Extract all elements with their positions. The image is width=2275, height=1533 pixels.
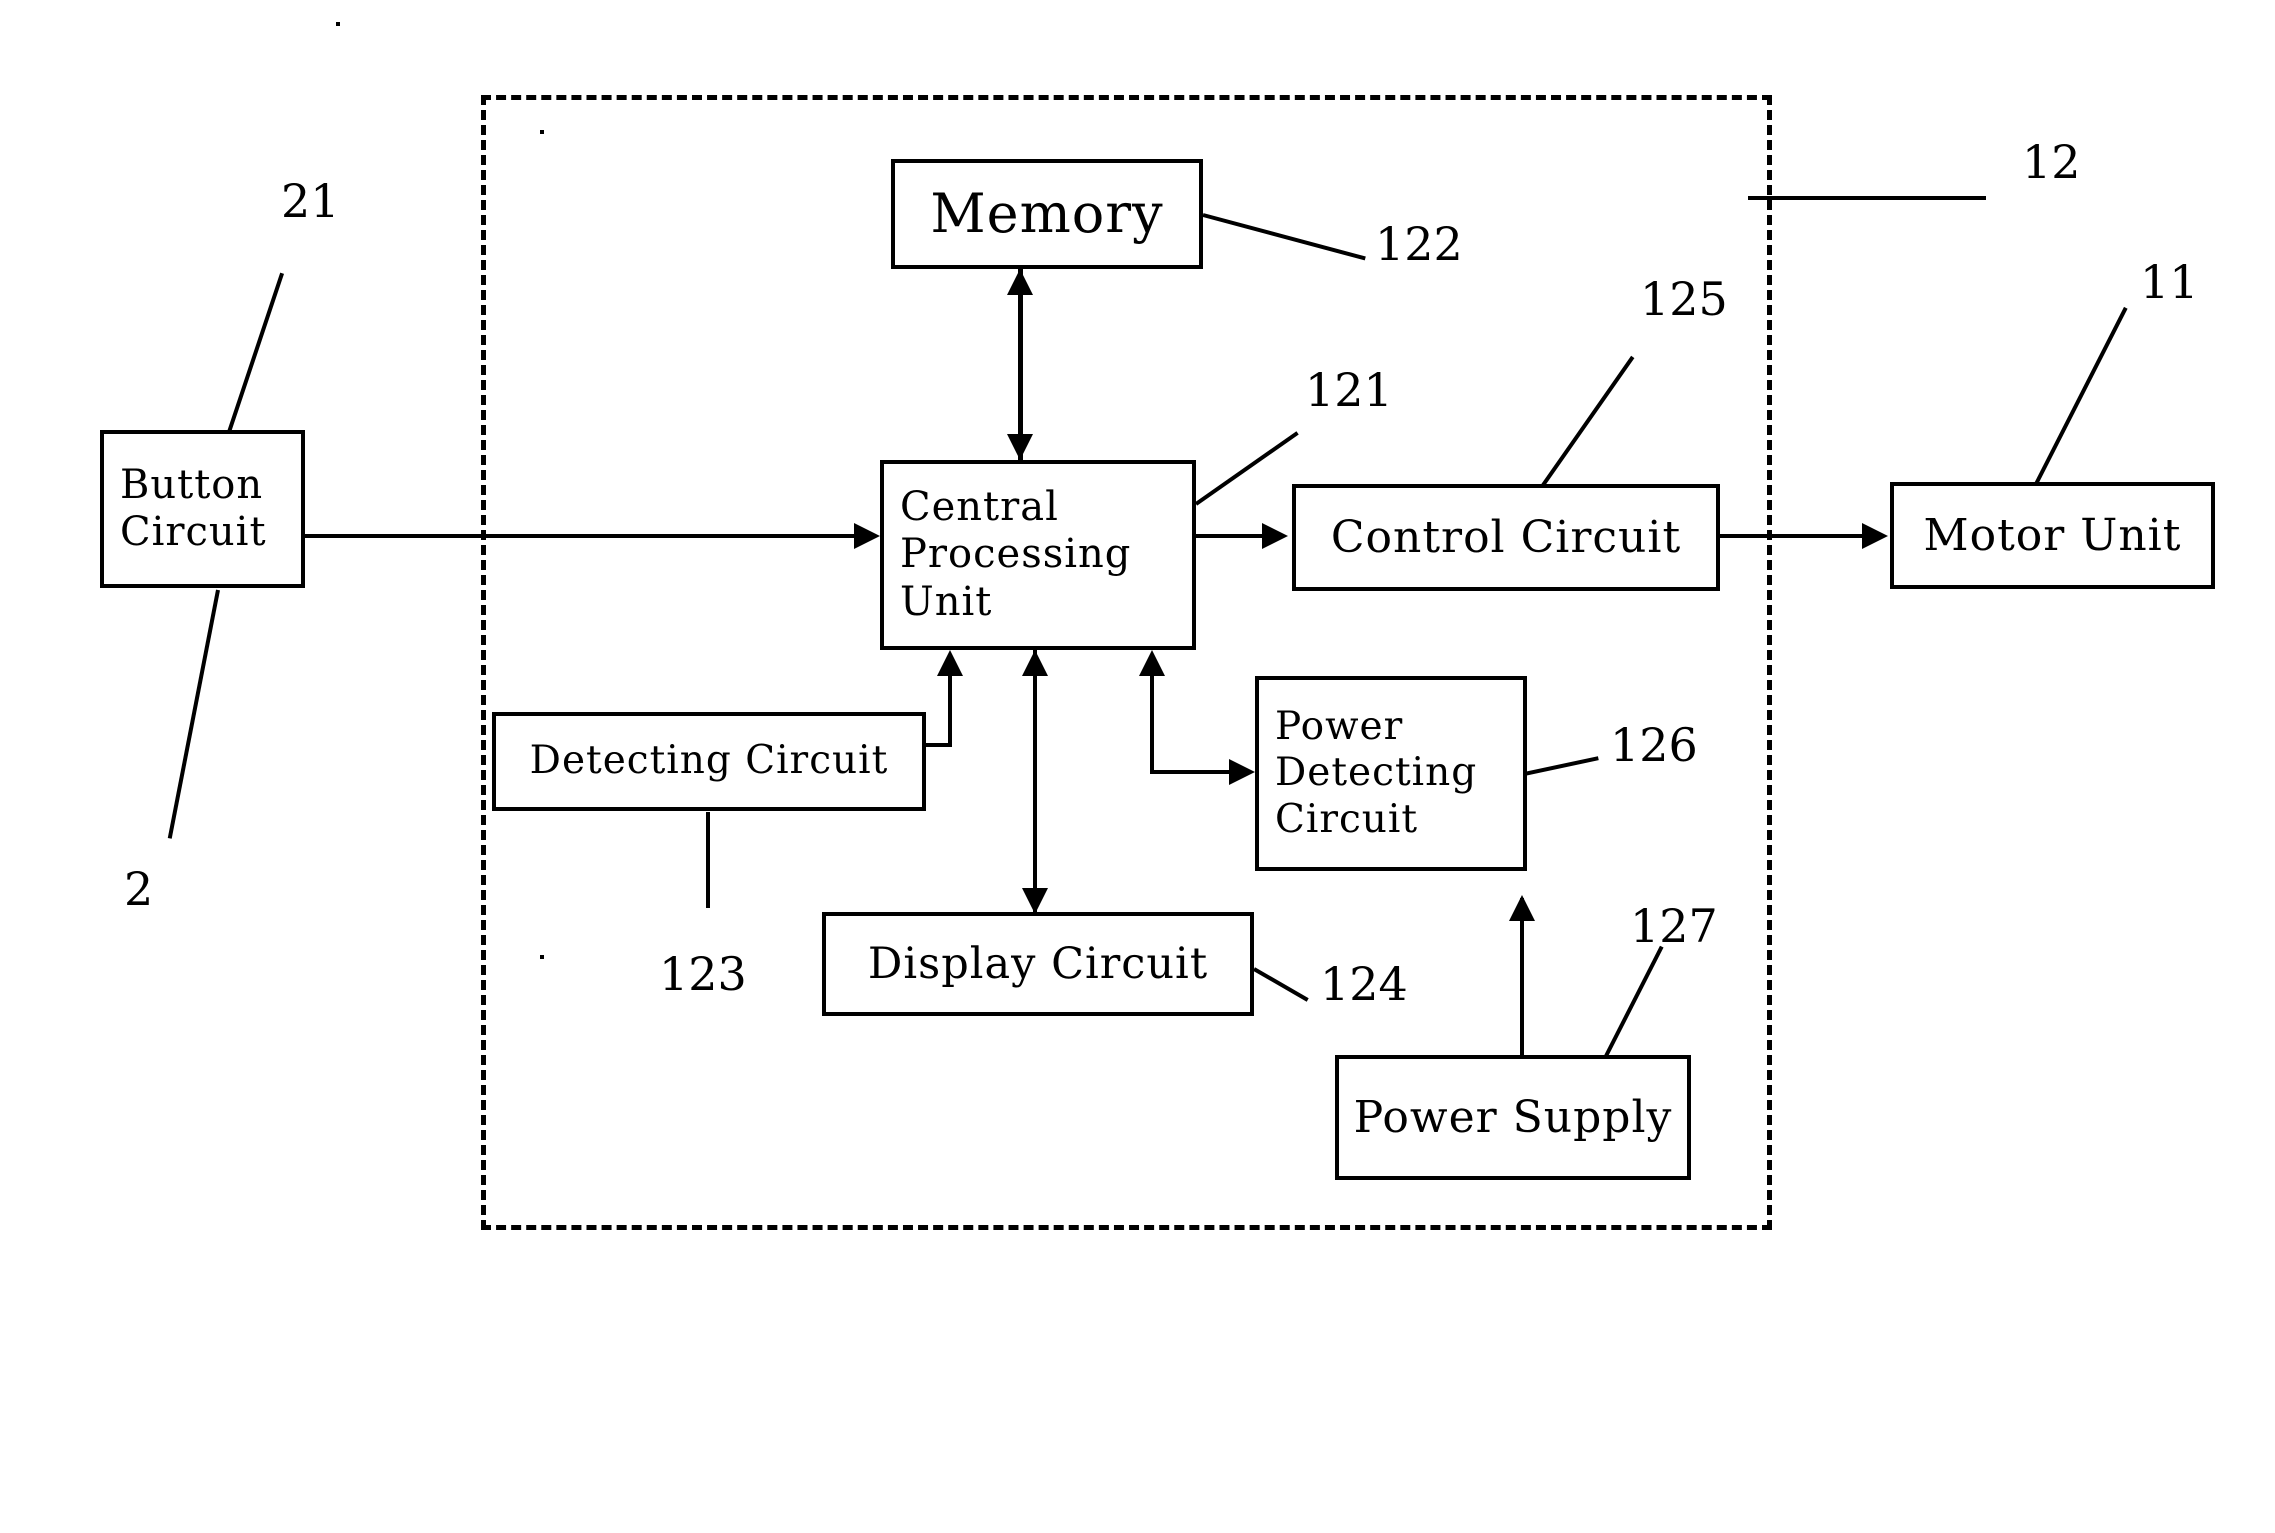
scan-speck <box>540 955 544 959</box>
leader-line-12 <box>1748 196 1986 200</box>
leader-line-21 <box>223 272 285 445</box>
ref-numeral-122: 122 <box>1375 217 1463 271</box>
connector-powersupply-to-powerdet <box>1520 898 1524 1056</box>
ref-numeral-127: 127 <box>1630 899 1718 953</box>
ref-numeral-121: 121 <box>1305 363 1393 417</box>
ref-numeral-123: 123 <box>659 947 747 1001</box>
block-motor-unit-label: Motor Unit <box>1923 509 2182 561</box>
block-control-circuit[interactable]: Control Circuit <box>1292 484 1720 591</box>
block-power-detecting-circuit[interactable]: Power Detecting Circuit <box>1255 676 1527 871</box>
arrowhead-memory-to-cpu <box>1007 434 1033 460</box>
arrowhead-cpu-to-display <box>1022 888 1048 914</box>
leader-line-123 <box>706 812 710 908</box>
block-power-detecting-circuit-label: Power Detecting Circuit <box>1275 704 1478 842</box>
ref-numeral-21: 21 <box>281 174 340 228</box>
scan-speck <box>336 22 340 26</box>
block-detecting-circuit-label: Detecting Circuit <box>529 738 889 784</box>
connector-control-to-motor <box>1720 534 1864 538</box>
leader-line-2 <box>167 589 220 839</box>
ref-numeral-11: 11 <box>2140 255 2199 309</box>
block-central-processing-unit-label: Central Processing Unit <box>900 484 1132 625</box>
arrowhead-cpu-to-memory <box>1007 269 1033 295</box>
arrowhead-cpu-to-powerdet <box>1229 759 1255 785</box>
ref-numeral-2: 2 <box>124 862 154 916</box>
block-control-circuit-label: Control Circuit <box>1330 511 1682 563</box>
block-button-circuit-label: Button Circuit <box>120 461 267 555</box>
patent-figure-canvas: Button Circuit Memory Central Processing… <box>0 0 2275 1533</box>
arrowhead-powersupply-to-powerdet <box>1509 895 1535 921</box>
ref-numeral-125: 125 <box>1640 272 1728 326</box>
connector-powerdet-elbow-v <box>1150 676 1154 772</box>
block-display-circuit[interactable]: Display Circuit <box>822 912 1254 1016</box>
block-memory[interactable]: Memory <box>891 159 1203 269</box>
connector-cpu-to-control <box>1196 534 1266 538</box>
arrowhead-button-to-cpu <box>854 523 880 549</box>
block-display-circuit-label: Display Circuit <box>867 938 1209 989</box>
ref-numeral-12: 12 <box>2022 135 2081 189</box>
arrowhead-powerdet-to-cpu <box>1139 650 1165 676</box>
connector-detecting-elbow-v <box>948 676 952 745</box>
block-central-processing-unit[interactable]: Central Processing Unit <box>880 460 1196 650</box>
connector-button-to-cpu <box>305 534 856 538</box>
block-motor-unit[interactable]: Motor Unit <box>1890 482 2215 589</box>
block-memory-label: Memory <box>930 182 1164 246</box>
leader-line-11 <box>2033 306 2128 487</box>
arrowhead-detecting-to-cpu <box>937 650 963 676</box>
connector-powerdet-elbow-h <box>1150 770 1232 774</box>
arrowhead-display-to-cpu <box>1022 650 1048 676</box>
ref-numeral-124: 124 <box>1320 957 1408 1011</box>
block-power-supply[interactable]: Power Supply <box>1335 1055 1691 1180</box>
ref-numeral-126: 126 <box>1610 718 1698 772</box>
block-detecting-circuit[interactable]: Detecting Circuit <box>492 712 926 811</box>
arrowhead-cpu-to-control <box>1262 523 1288 549</box>
block-button-circuit[interactable]: Button Circuit <box>100 430 305 588</box>
connector-cpu-display <box>1033 650 1037 915</box>
connector-memory-cpu <box>1018 269 1023 460</box>
block-power-supply-label: Power Supply <box>1353 1091 1673 1143</box>
arrowhead-control-to-motor <box>1862 523 1888 549</box>
scan-speck <box>540 130 544 134</box>
